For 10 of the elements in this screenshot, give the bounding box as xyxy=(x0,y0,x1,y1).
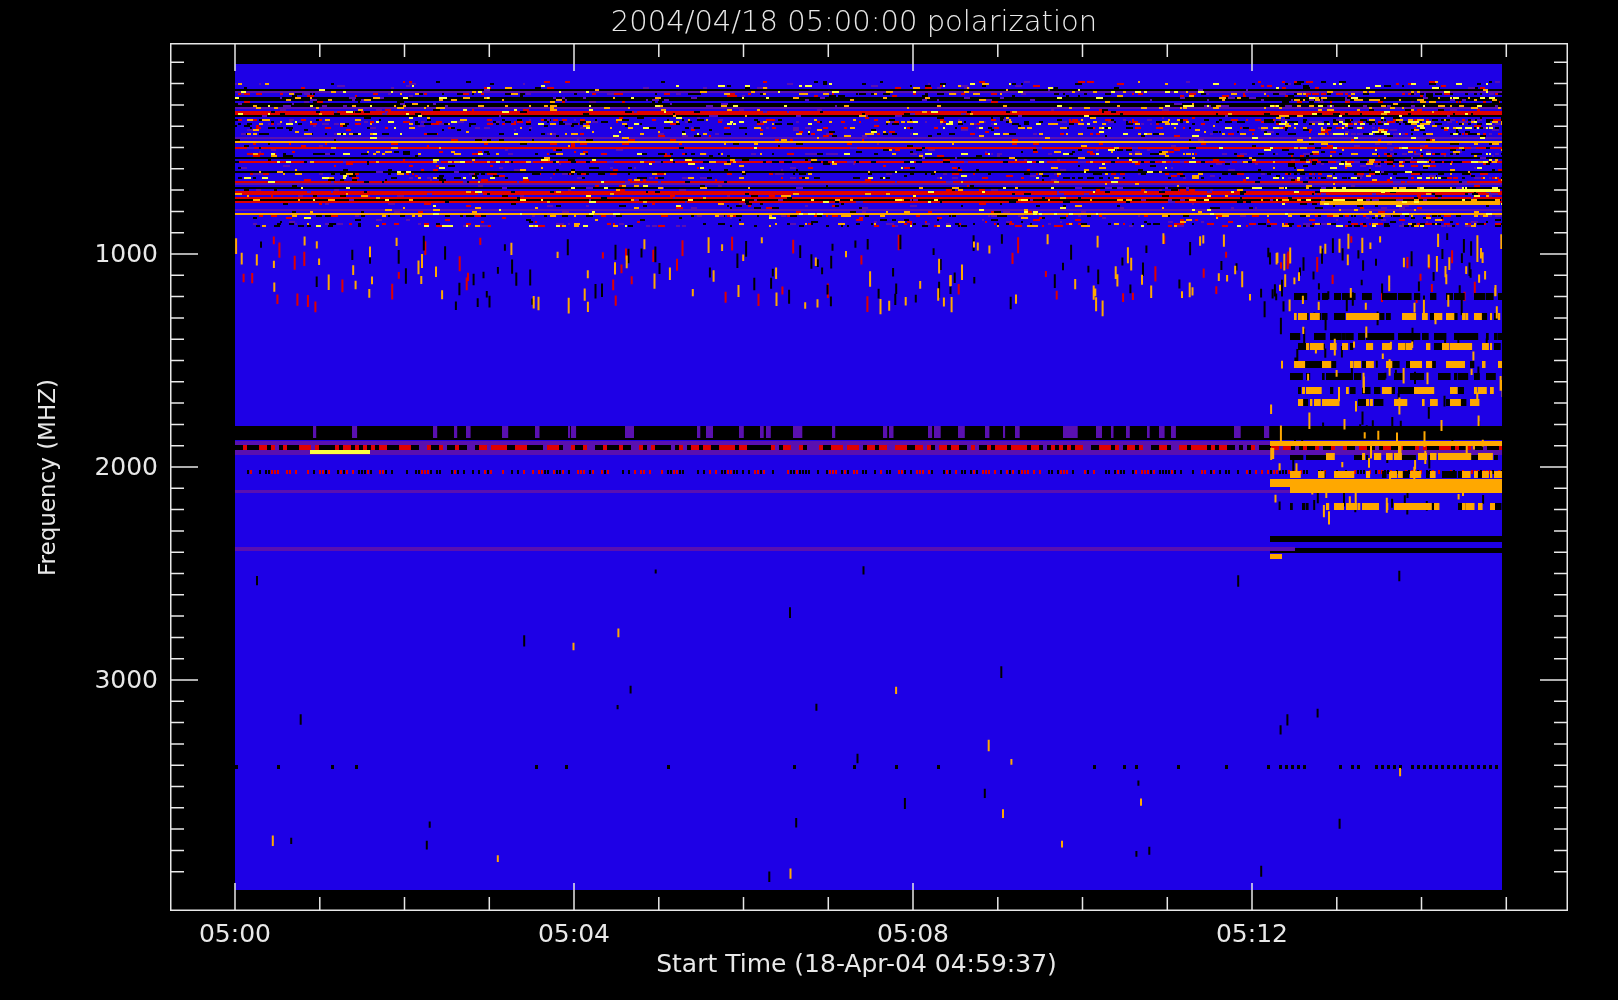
plot-title: 2004/04/18 05:00:00 polarization xyxy=(609,7,1098,36)
tick-label: 05:04 xyxy=(536,921,611,946)
y-axis-label: Frequency (MHZ) xyxy=(35,378,59,576)
tick-label: 05:12 xyxy=(1214,921,1289,946)
tick-label: 05:08 xyxy=(875,921,950,946)
tick-label: 05:00 xyxy=(197,921,272,946)
tick-label: 1000 xyxy=(94,241,158,266)
tick-label: 2000 xyxy=(94,454,158,479)
tick-label: 3000 xyxy=(94,667,158,692)
x-axis-label: Start Time (18-Apr-04 04:59:37) xyxy=(656,951,1057,976)
